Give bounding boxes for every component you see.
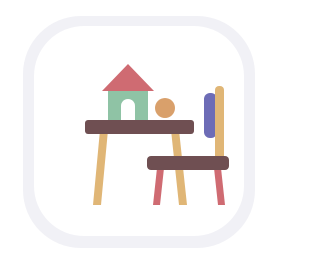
chair-leg-right (214, 168, 225, 205)
toy-house-roof (102, 64, 154, 91)
chair-leg-left (153, 168, 164, 205)
toy-house-door (121, 99, 135, 120)
kids-desk-with-toy-house-icon (85, 64, 229, 205)
chair-back-post (215, 86, 224, 161)
desk-top (85, 120, 194, 134)
desk-leg-left (93, 130, 108, 205)
chair-seat (147, 156, 229, 170)
app-icon-canvas (0, 0, 262, 261)
toy-house-icon (102, 64, 154, 120)
toy-ball-icon (155, 98, 175, 118)
